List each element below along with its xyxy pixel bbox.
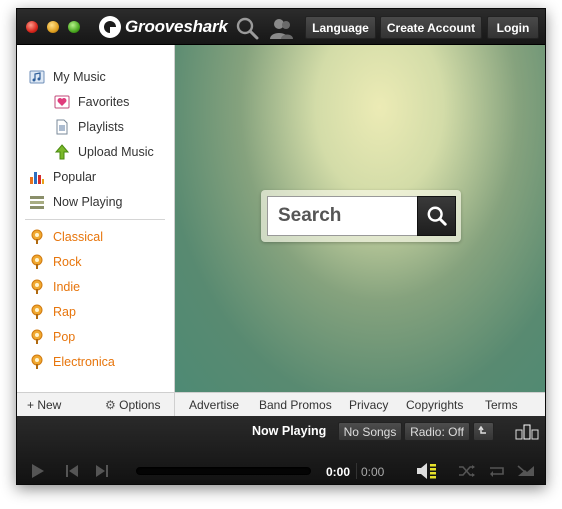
user-icon[interactable]	[269, 16, 293, 40]
radio-station-icon	[31, 279, 43, 294]
current-time: 0:00	[326, 465, 351, 479]
radio-station-icon	[31, 254, 43, 269]
footer-link-advertise[interactable]: Advertise	[189, 398, 239, 412]
crossfade-icon[interactable]	[517, 464, 535, 478]
volume-icon[interactable]	[416, 461, 440, 481]
bar-chart-icon	[30, 172, 44, 184]
undo-button[interactable]	[473, 422, 494, 441]
shuffle-icon[interactable]	[458, 464, 476, 478]
close-window-button[interactable]	[26, 21, 38, 33]
sidebar-item-label: Rock	[53, 255, 82, 269]
sidebar-item-genre[interactable]: Rock	[29, 251, 81, 273]
playlist-icon	[56, 119, 68, 135]
language-button[interactable]: Language	[305, 16, 376, 39]
search-icon	[427, 206, 447, 226]
sidebar-item-favorites[interactable]: Favorites	[54, 91, 129, 113]
undo-arrow-icon	[477, 425, 486, 434]
previous-icon[interactable]	[65, 463, 79, 479]
grooveshark-window: Grooveshark Language Create Account Logi…	[16, 8, 546, 485]
sidebar-item-label: Now Playing	[53, 195, 123, 209]
sidebar: My Music Favorites Playlists Upload Musi…	[17, 45, 175, 392]
grooveshark-logo[interactable]: Grooveshark	[99, 15, 228, 39]
radio-station-icon	[31, 229, 43, 244]
sidebar-item-label: Electronica	[53, 355, 115, 369]
logo-text: Grooveshark	[125, 17, 228, 36]
options-label: Options	[119, 398, 161, 412]
search-button[interactable]	[417, 196, 456, 236]
radio-station-icon	[31, 304, 43, 319]
new-playlist-button[interactable]: + New	[27, 398, 61, 412]
progress-bar[interactable]	[136, 467, 311, 475]
search-box	[261, 190, 461, 242]
sidebar-item-label: Popular	[53, 170, 97, 184]
gear-icon: ⚙	[105, 398, 116, 412]
logo-mark-icon	[99, 16, 121, 38]
sidebar-item-my-music[interactable]: My Music	[29, 66, 106, 88]
sidebar-item-now-playing[interactable]: Now Playing	[29, 191, 122, 213]
player-bar: Now Playing No Songs Radio: Off 0:00 0:0…	[17, 416, 545, 484]
sidebar-item-label: Playlists	[78, 120, 124, 134]
sidebar-item-popular[interactable]: Popular	[29, 166, 96, 188]
footer-link-copyrights[interactable]: Copyrights	[406, 398, 463, 412]
radio-station-icon	[31, 329, 43, 344]
radio-toggle-button[interactable]: Radio: Off	[404, 422, 470, 441]
queue-list-icon	[30, 196, 44, 209]
search-input[interactable]	[267, 196, 418, 236]
sidebar-item-label: Upload Music	[78, 145, 154, 159]
footer-link-band-promos[interactable]: Band Promos	[259, 398, 332, 412]
sidebar-item-label: Pop	[53, 330, 76, 344]
sidebar-divider	[25, 219, 165, 220]
sidebar-item-label: My Music	[53, 70, 106, 84]
sidebar-item-label: Favorites	[78, 95, 130, 109]
main-stage	[175, 45, 545, 392]
login-button[interactable]: Login	[487, 16, 539, 39]
options-button[interactable]: ⚙ Options	[105, 398, 160, 412]
no-songs-button[interactable]: No Songs	[338, 422, 402, 441]
queue-view-icon[interactable]	[515, 424, 539, 440]
upload-arrow-icon	[54, 144, 70, 160]
repeat-icon[interactable]	[488, 464, 506, 478]
sidebar-item-label: Indie	[53, 280, 81, 294]
footer-links: Advertise Band Promos Privacy Copyrights…	[175, 392, 545, 416]
sidebar-item-label: Rap	[53, 305, 76, 319]
sidebar-item-genre[interactable]: Rap	[29, 301, 76, 323]
zoom-window-button[interactable]	[68, 21, 80, 33]
sidebar-item-upload-music[interactable]: Upload Music	[54, 141, 154, 163]
heart-icon	[54, 95, 70, 109]
minimize-window-button[interactable]	[47, 21, 59, 33]
top-bar: Grooveshark Language Create Account Logi…	[17, 9, 545, 45]
search-icon[interactable]	[235, 16, 259, 40]
radio-station-icon	[31, 354, 43, 369]
sidebar-item-genre[interactable]: Pop	[29, 326, 75, 348]
play-icon[interactable]	[31, 463, 45, 479]
time-separator	[356, 463, 357, 479]
footer-link-privacy[interactable]: Privacy	[349, 398, 388, 412]
sidebar-item-genre[interactable]: Electronica	[29, 351, 115, 373]
sidebar-item-label: Classical	[53, 230, 104, 244]
footer-link-terms[interactable]: Terms	[485, 398, 518, 412]
next-icon[interactable]	[95, 463, 109, 479]
music-folder-icon	[29, 70, 45, 84]
sidebar-footer: + New ⚙ Options	[17, 392, 175, 416]
total-time: 0:00	[361, 465, 385, 479]
sidebar-item-genre[interactable]: Indie	[29, 276, 80, 298]
sidebar-item-playlists[interactable]: Playlists	[54, 116, 124, 138]
sidebar-item-genre[interactable]: Classical	[29, 226, 103, 248]
create-account-button[interactable]: Create Account	[380, 16, 482, 39]
now-playing-label: Now Playing	[252, 424, 327, 438]
